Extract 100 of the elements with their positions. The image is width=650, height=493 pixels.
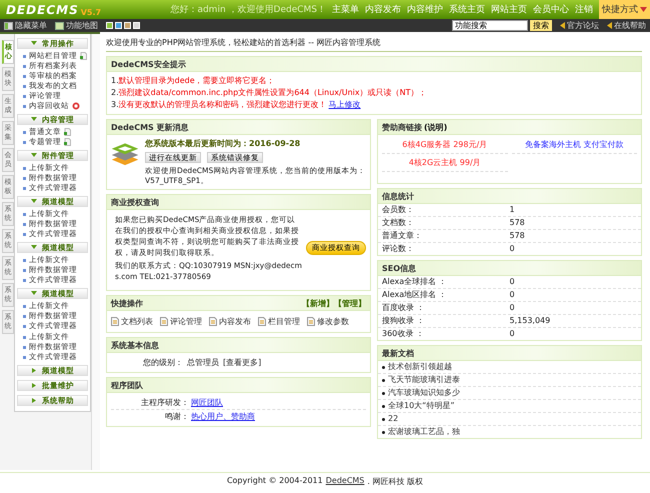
bullet-icon — [23, 186, 26, 190]
bullet-icon — [23, 278, 26, 282]
toolbar-link[interactable]: 官方论坛 — [560, 20, 599, 31]
stat-value: 578 — [510, 218, 526, 228]
team-link[interactable]: 网匠团队 — [191, 396, 223, 409]
sponsor-link[interactable]: 免备案海外主机 支付宝付款 — [512, 138, 637, 154]
panel-title: 快捷操作 — [111, 298, 143, 308]
bullet-icon — [382, 430, 385, 434]
header-link[interactable]: 【新增】 — [302, 298, 334, 308]
add-document-icon[interactable] — [80, 52, 87, 60]
bullet-icon — [23, 140, 26, 144]
stat-value: 578 — [510, 231, 526, 241]
brand-link[interactable]: DedeCMS — [326, 476, 364, 487]
panel-title: 程序团队 — [111, 380, 143, 390]
bullet-icon — [382, 378, 385, 382]
document-icon — [307, 317, 315, 326]
article-link[interactable]: 汽车玻璃知识知多少 — [388, 388, 460, 398]
stat-label: 文档数： — [382, 218, 415, 228]
bullet-icon — [23, 324, 26, 328]
bullet-icon — [23, 222, 26, 226]
chevron-down-icon — [31, 245, 38, 250]
fix-link[interactable]: 马上修改 — [328, 100, 361, 109]
bullet-icon — [23, 176, 26, 180]
article-link[interactable]: 技术创新引领超越 — [388, 362, 452, 372]
delete-icon[interactable] — [72, 102, 80, 110]
site-map-link[interactable]: 功能地图 — [55, 20, 98, 31]
copyright-text: . 网匠科技 版权 — [367, 476, 424, 487]
hide-menu-link[interactable]: 隐藏菜单 — [4, 20, 47, 31]
chevron-right-icon — [31, 368, 38, 373]
bullet-icon — [23, 356, 26, 358]
bullet-icon — [382, 418, 385, 420]
article-link[interactable]: 宏谢玻璃工艺品，独 — [388, 427, 460, 437]
more-link[interactable]: [查看更多] — [223, 357, 262, 368]
stat-label: 普通文章： — [382, 231, 423, 241]
breadcrumb-text: 欢迎使用专业的PHP网站管理系统，轻松建站的首选利器 -- 网匠内容管理系统 — [106, 36, 642, 52]
bullet-icon — [382, 392, 385, 394]
greeting-text: 您好：admin ，欢迎使用DedeCMS！ — [170, 4, 326, 16]
sponsor-link[interactable]: 4核2G云主机 99/月 — [382, 156, 508, 172]
bullet-icon — [23, 94, 26, 98]
theme-swatch[interactable] — [106, 22, 113, 29]
logo: DEDECMS — [6, 2, 79, 16]
panel-title: 商业授权查询 — [111, 196, 159, 208]
quick-link[interactable]: 修改参数 — [307, 316, 349, 327]
document-icon — [258, 317, 266, 326]
bullet-icon — [382, 404, 385, 408]
panel-title: 最新文档 — [382, 348, 414, 358]
bullet-icon — [23, 232, 26, 236]
theme-swatch[interactable] — [124, 22, 131, 29]
quick-link[interactable]: 栏目管理 — [258, 316, 300, 327]
article-link[interactable]: 22 — [388, 414, 398, 424]
arrow-icon — [607, 22, 612, 29]
quick-link[interactable]: 评论管理 — [160, 316, 202, 327]
panel-title: DedeCMS安全提示 — [111, 58, 186, 70]
bullet-icon — [23, 64, 26, 68]
team-link[interactable]: 热心用户、赞助商 — [191, 410, 255, 423]
article-link[interactable]: 全球10大“特明星” — [388, 401, 454, 411]
article-link[interactable]: 飞天节能玻璃引进泰 — [388, 375, 460, 385]
shortcut-dropdown[interactable]: 快捷方式 — [599, 0, 650, 19]
stat-value: 0 — [510, 244, 516, 254]
window-icon — [4, 22, 13, 30]
bullet-icon — [23, 104, 26, 108]
info-link[interactable]: (说明) — [424, 122, 448, 132]
stat-value: 5,153,049 — [510, 316, 552, 326]
sponsor-link[interactable]: 6核4G服务器 298元/月 — [382, 138, 508, 154]
header-link[interactable]: 【管理】 — [334, 298, 366, 308]
bullet-icon — [23, 268, 26, 272]
panel-title: DedeCMS 更新消息 — [111, 122, 189, 132]
search-button[interactable]: 搜索 — [530, 20, 552, 31]
list-number: 3. — [111, 100, 119, 109]
panel-title: 系统基本信息 — [111, 340, 159, 350]
map-icon — [55, 22, 64, 30]
quick-link[interactable]: 内容发布 — [209, 316, 251, 327]
quick-link[interactable]: 文档列表 — [111, 316, 153, 327]
theme-swatch[interactable] — [115, 22, 122, 29]
stat-value: 1 — [510, 205, 516, 215]
theme-swatch[interactable] — [133, 22, 140, 29]
caret-icon — [640, 7, 647, 12]
chevron-down-icon — [31, 41, 38, 46]
bullet-icon — [23, 346, 26, 348]
stat-value: 0 — [510, 290, 516, 300]
stat-value: 0 — [510, 277, 516, 287]
arrow-icon — [560, 22, 565, 29]
search-field[interactable]: 功能搜索 — [452, 20, 528, 31]
bullet-icon — [23, 258, 26, 262]
toolbar-link[interactable]: 在线帮助 — [607, 20, 646, 31]
stat-label: 评论数： — [382, 244, 415, 254]
bullet-icon — [23, 314, 26, 318]
list-number: 1. — [111, 76, 119, 85]
add-document-icon[interactable] — [64, 128, 71, 136]
stat-value: 0 — [510, 303, 516, 313]
chevron-down-icon — [31, 291, 38, 296]
stat-label: 360收录 ： — [382, 329, 425, 339]
chevron-right-icon — [31, 383, 38, 388]
panel-title: 赞助商链接 — [382, 122, 422, 132]
panel-title: 信息统计 — [382, 190, 414, 202]
bullet-icon — [23, 336, 26, 338]
stat-label: 搜狗收录 ： — [382, 316, 426, 326]
add-document-icon[interactable] — [64, 138, 71, 146]
field-value: 总管理员 — [187, 357, 219, 368]
copyright-text: Copyright © 2004-2011 — [226, 476, 323, 487]
